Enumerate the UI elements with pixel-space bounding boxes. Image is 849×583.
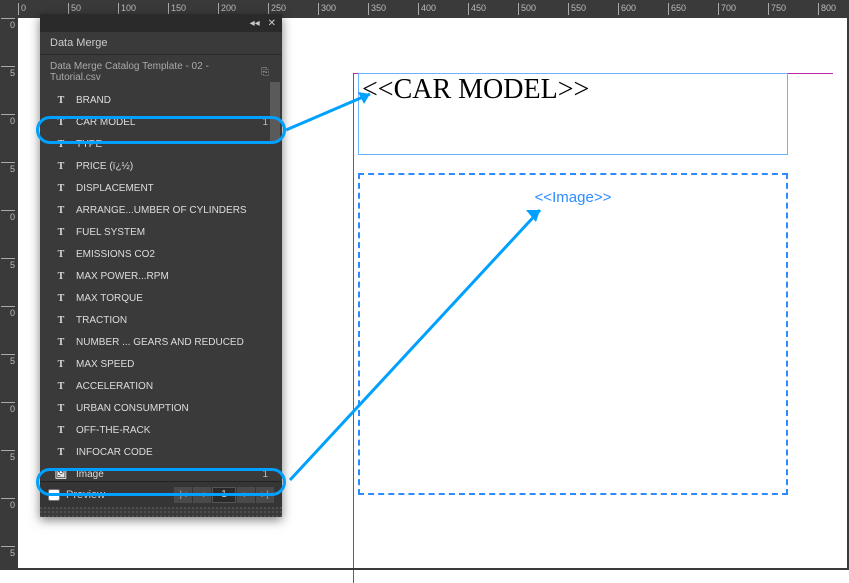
record-navigator: |◂ ◂ ▸ ▸| — [174, 487, 274, 503]
field-label: MAX TORQUE — [76, 293, 143, 304]
close-icon[interactable]: ✕ — [268, 18, 276, 29]
image-frame[interactable]: <<Image>> — [358, 173, 788, 495]
text-icon — [54, 359, 68, 370]
text-icon — [54, 447, 68, 458]
field-off-the-rack[interactable]: OFF-THE-RACK — [40, 419, 282, 441]
panel-footer: Preview |◂ ◂ ▸ ▸| — [40, 481, 282, 507]
text-icon — [54, 249, 68, 260]
field-max-power-rpm[interactable]: MAX POWER...RPM — [40, 265, 282, 287]
text-icon — [54, 95, 68, 106]
field-label: DISPLACEMENT — [76, 183, 154, 194]
text-icon — [54, 425, 68, 436]
field-label: NUMBER ... GEARS AND REDUCED — [76, 337, 244, 348]
text-icon — [54, 337, 68, 348]
vertical-ruler: 050505050505 — [0, 18, 18, 568]
panel-head[interactable]: ◂◂ ✕ — [40, 14, 282, 32]
field-acceleration[interactable]: ACCELERATION — [40, 375, 282, 397]
field-label: TYPE — [76, 139, 102, 150]
text-icon — [54, 271, 68, 282]
field-label: ACCELERATION — [76, 381, 153, 392]
field-label: PRICE (ï¿½) — [76, 161, 133, 172]
text-frame-car-model[interactable]: <<CAR MODEL>> — [358, 73, 788, 155]
field-traction[interactable]: TRACTION — [40, 309, 282, 331]
text-icon — [54, 117, 68, 128]
field-arrange-umber-of-cylinders[interactable]: ARRANGE...UMBER OF CYLINDERS — [40, 199, 282, 221]
nav-last-button[interactable]: ▸| — [256, 487, 274, 503]
text-icon — [54, 403, 68, 414]
panel-title[interactable]: Data Merge — [40, 32, 282, 55]
placeholder-image: <<Image>> — [535, 189, 612, 206]
image-icon — [54, 469, 68, 480]
text-icon — [54, 227, 68, 238]
resize-grip[interactable] — [40, 507, 282, 517]
field-label: BRAND — [76, 95, 111, 106]
source-link-icon[interactable]: ⎘ — [258, 67, 272, 78]
field-type[interactable]: TYPE — [40, 133, 282, 155]
field-list[interactable]: BRAND CAR MODEL1 TYPE PRICE (ï¿½) DISPLACEME… — [40, 89, 282, 481]
field-max-torque[interactable]: MAX TORQUE — [40, 287, 282, 309]
placeholder-car-model: <<CAR MODEL>> — [359, 74, 589, 105]
text-icon — [54, 161, 68, 172]
text-icon — [54, 315, 68, 326]
nav-prev-button[interactable]: ◂ — [193, 487, 211, 503]
ruler-corner — [0, 0, 18, 18]
field-label: FUEL SYSTEM — [76, 227, 145, 238]
field-label: INFOCAR CODE — [76, 447, 153, 458]
field-label: OFF-THE-RACK — [76, 425, 150, 436]
preview-checkbox[interactable] — [48, 489, 60, 501]
field-label: EMISSIONS CO2 — [76, 249, 155, 260]
field-fuel-system[interactable]: FUEL SYSTEM — [40, 221, 282, 243]
field-car-model[interactable]: CAR MODEL1 — [40, 111, 282, 133]
field-displacement[interactable]: DISPLACEMENT — [40, 177, 282, 199]
field-label: URBAN CONSUMPTION — [76, 403, 189, 414]
field-emissions-co2[interactable]: EMISSIONS CO2 — [40, 243, 282, 265]
field-label: ARRANGE...UMBER OF CYLINDERS — [76, 205, 247, 216]
data-source-row[interactable]: Data Merge Catalog Template - 02 - Tutor… — [40, 55, 282, 89]
scrollbar[interactable] — [270, 82, 280, 474]
text-icon — [54, 205, 68, 216]
field-image[interactable]: Image1 — [40, 463, 282, 481]
nav-next-button[interactable]: ▸ — [237, 487, 255, 503]
field-urban-consumption[interactable]: URBAN CONSUMPTION — [40, 397, 282, 419]
field-label: MAX SPEED — [76, 359, 134, 370]
text-icon — [54, 139, 68, 150]
field-number-gears-and-reduced[interactable]: NUMBER ... GEARS AND REDUCED — [40, 331, 282, 353]
field-label: Image — [76, 469, 104, 480]
nav-first-button[interactable]: |◂ — [174, 487, 192, 503]
data-merge-panel[interactable]: ◂◂ ✕ Data Merge Data Merge Catalog Templ… — [40, 14, 282, 517]
field-brand[interactable]: BRAND — [40, 89, 282, 111]
field-max-speed[interactable]: MAX SPEED — [40, 353, 282, 375]
data-source-label: Data Merge Catalog Template - 02 - Tutor… — [50, 61, 258, 83]
text-icon — [54, 293, 68, 304]
field-label: CAR MODEL — [76, 117, 135, 128]
page-input[interactable] — [212, 487, 236, 503]
field-label: MAX POWER...RPM — [76, 271, 169, 282]
field-infocar-code[interactable]: INFOCAR CODE — [40, 441, 282, 463]
text-icon — [54, 381, 68, 392]
preview-label: Preview — [66, 489, 105, 501]
field-label: TRACTION — [76, 315, 127, 326]
text-icon — [54, 183, 68, 194]
collapse-icon[interactable]: ◂◂ — [250, 18, 260, 29]
field-price-[interactable]: PRICE (ï¿½) — [40, 155, 282, 177]
scrollbar-thumb[interactable] — [270, 82, 280, 142]
